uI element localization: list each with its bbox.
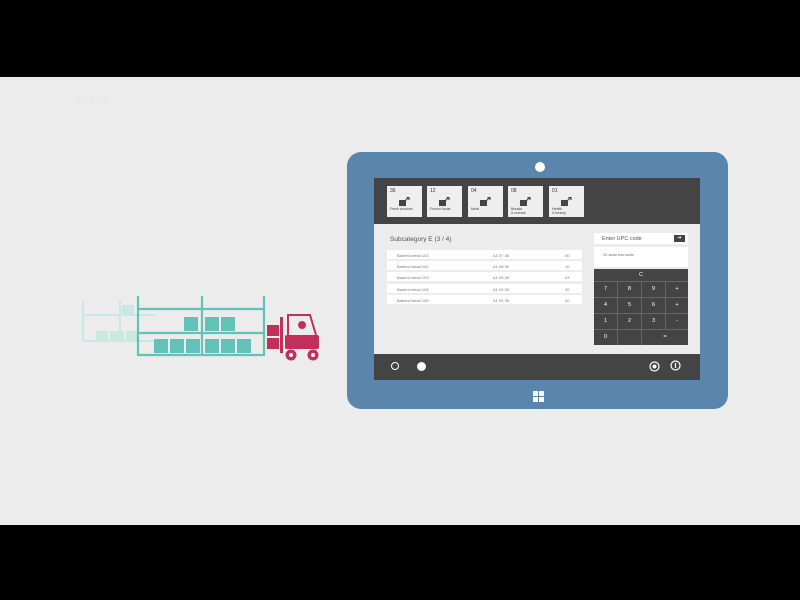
category-tile-fresh-produce[interactable]: 36 Fresh produce	[387, 186, 422, 217]
scene-background: SCENE 36 Fresh produce 12 Frozen foods 0…	[0, 77, 800, 525]
arrow-right-icon: ➔	[677, 235, 682, 241]
key-5[interactable]: 5	[618, 298, 642, 314]
key-7[interactable]: 7	[594, 282, 618, 298]
key-4[interactable]: 4	[594, 298, 618, 314]
tablet-screen: 36 Fresh produce 12 Frozen foods 04 Meat…	[374, 178, 700, 380]
key-0[interactable]: 0	[594, 330, 618, 345]
box-out-icon	[439, 197, 450, 206]
category-count: 08	[511, 188, 517, 194]
list-item[interactable]: Bakers bread 105 A1 03 35 00	[387, 295, 582, 304]
key-3[interactable]: 3	[642, 314, 666, 330]
windows-logo-icon[interactable]	[533, 391, 545, 403]
key-2[interactable]: 2	[618, 314, 642, 330]
item-location: A1 03 25	[493, 286, 510, 292]
location-pin-icon[interactable]	[670, 360, 681, 372]
category-name: Fresh produce	[390, 207, 413, 211]
key-9[interactable]: 9	[642, 282, 666, 298]
item-name: Bakers bread 105	[397, 297, 429, 303]
category-name: Frozen foods	[430, 207, 451, 211]
key-8[interactable]: 8	[618, 282, 642, 298]
category-count: 04	[471, 188, 477, 194]
category-count: 12	[430, 188, 436, 194]
key-plus-2[interactable]: +	[666, 298, 688, 314]
item-name: Bakers bread 102	[397, 263, 429, 269]
box-out-icon	[480, 197, 491, 206]
key-6[interactable]: 6	[642, 298, 666, 314]
scan-hint: Or scan bar code	[603, 252, 634, 257]
circle-filled-icon[interactable]	[417, 362, 426, 371]
upc-input-label: Enter UPC code	[602, 235, 642, 242]
item-location: A1 05 25	[493, 274, 510, 280]
list-item[interactable]: Bakers bread 103 A1 05 25 03	[387, 272, 582, 281]
item-qty: 03	[565, 274, 570, 280]
ghost-label: SCENE	[75, 95, 112, 105]
list-item[interactable]: Bakers bread 104 A1 03 25 20	[387, 284, 582, 293]
list-item[interactable]: Bakers bread 101 A1 07 45 00	[387, 250, 582, 259]
scan-area[interactable]: Or scan bar code	[594, 247, 688, 267]
category-tile-meat[interactable]: 04 Meat	[468, 186, 503, 217]
item-location: A1 08 50	[493, 263, 510, 269]
category-tile-frozen-foods[interactable]: 12 Frozen foods	[427, 186, 462, 217]
tablet-frame: 36 Fresh produce 12 Frozen foods 04 Meat…	[347, 152, 728, 409]
category-name: Meat	[471, 207, 479, 211]
item-name: Bakers bread 103	[397, 274, 429, 280]
warehouse-illustration	[82, 296, 319, 361]
list-item[interactable]: Bakers bread 102 A1 08 50 10	[387, 261, 582, 270]
box-out-icon	[399, 197, 410, 206]
subcategory-title: Subcategory E (3 / 4)	[390, 236, 452, 243]
item-qty: 00	[565, 297, 570, 303]
numeric-keypad: C 7 8 9 + 4 5 6 + 1 2 3 - 0 =	[594, 269, 688, 345]
box-out-icon	[561, 197, 572, 206]
clear-key[interactable]: C	[594, 269, 688, 282]
upc-submit-button[interactable]: ➔	[674, 235, 685, 242]
category-name: Health & beauty	[552, 207, 566, 215]
category-count: 36	[390, 188, 396, 194]
item-qty: 00	[565, 252, 570, 258]
key-blank[interactable]	[618, 330, 642, 345]
key-1[interactable]: 1	[594, 314, 618, 330]
upc-input[interactable]: Enter UPC code ➔	[594, 233, 688, 244]
item-name: Bakers bread 104	[397, 286, 429, 292]
target-icon[interactable]	[649, 361, 660, 372]
category-name: Breads & cereals	[511, 207, 526, 215]
box-out-icon	[520, 197, 531, 206]
category-count: 01	[552, 188, 558, 194]
camera-icon	[535, 162, 545, 172]
key-equals[interactable]: =	[642, 330, 688, 345]
category-bar: 36 Fresh produce 12 Frozen foods 04 Meat…	[374, 178, 700, 224]
bottom-app-bar	[374, 354, 700, 380]
key-minus[interactable]: -	[666, 314, 688, 330]
item-location: A1 03 35	[493, 297, 510, 303]
circle-outline-icon[interactable]	[391, 362, 399, 370]
category-tile-health-beauty[interactable]: 01 Health & beauty	[549, 186, 584, 217]
item-qty: 20	[565, 286, 570, 292]
item-location: A1 07 45	[493, 252, 510, 258]
item-qty: 10	[565, 263, 570, 269]
key-plus[interactable]: +	[666, 282, 688, 298]
category-tile-breads-cereals[interactable]: 08 Breads & cereals	[508, 186, 543, 217]
item-name: Bakers bread 101	[397, 252, 429, 258]
